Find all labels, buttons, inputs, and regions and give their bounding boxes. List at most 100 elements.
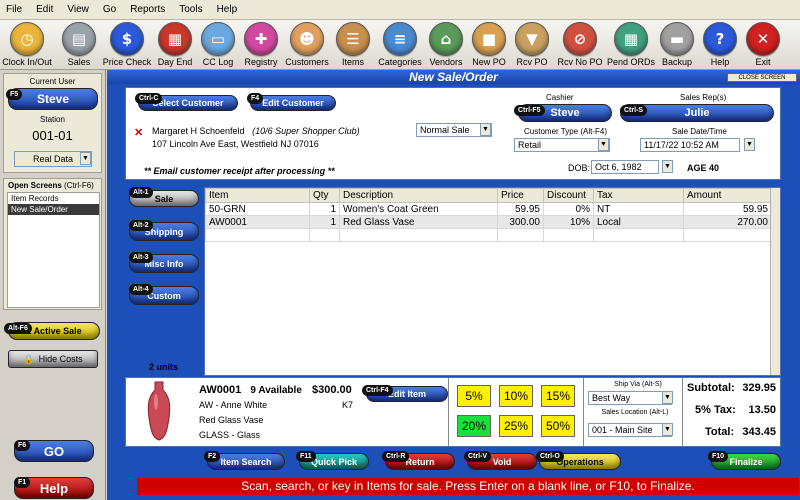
exit-icon: ✕ — [746, 22, 780, 56]
dob-dropdown-arrow[interactable]: ▼ — [662, 160, 673, 173]
customer-type-select[interactable]: Retail — [514, 138, 610, 152]
customer-panel: Select Customer Ctrl-C Edit Customer F4 … — [125, 87, 781, 180]
discount-25-button[interactable]: 25% — [499, 415, 533, 437]
cell-tax[interactable]: NT — [593, 202, 684, 216]
toolbar-exit-button[interactable]: ✕ Exit — [738, 22, 788, 68]
current-user-label: Current User — [29, 77, 76, 86]
tab-sale-shortcut: Alt-1 — [129, 187, 153, 198]
sale-type-value: Normal Sale — [420, 125, 470, 135]
menu-view[interactable]: View — [67, 4, 89, 15]
table-row-empty[interactable] — [205, 228, 772, 242]
col-amount[interactable]: Amount — [683, 188, 772, 203]
toolbar-price-check-button[interactable]: $ Price Check — [102, 22, 152, 68]
remove-customer-icon[interactable]: ✕ — [134, 126, 143, 139]
col-price[interactable]: Price — [497, 188, 544, 203]
discount-50-button[interactable]: 50% — [541, 415, 575, 437]
dob-label: DOB: — [568, 163, 591, 173]
cell-description[interactable]: Women's Coat Green — [339, 202, 498, 216]
discount-10-button[interactable]: 10% — [499, 385, 533, 407]
open-screen-item[interactable]: Item Records — [8, 193, 99, 204]
detail-category: GLASS - Glass — [199, 430, 261, 440]
tax-label: 5% Tax: — [695, 404, 736, 416]
credit-card-icon: ▭ — [201, 22, 235, 56]
cell-item[interactable]: 50-GRN — [205, 202, 310, 216]
cell-price[interactable]: 59.95 — [497, 202, 544, 216]
cell-description[interactable]: Red Glass Vase — [339, 215, 498, 229]
grid-scrollbar[interactable] — [770, 188, 780, 375]
sale-type-dropdown-arrow[interactable]: ▼ — [480, 123, 491, 136]
sale-date-input[interactable]: 11/17/22 10:52 AM — [640, 138, 740, 152]
cell-amount[interactable]: 270.00 — [683, 215, 772, 229]
customer-type-dropdown-arrow[interactable]: ▼ — [598, 138, 609, 151]
menu-help[interactable]: Help — [217, 4, 238, 15]
menu-edit[interactable]: Edit — [36, 4, 53, 15]
menu-reports[interactable]: Reports — [130, 4, 165, 15]
data-mode-value: Real Data — [32, 154, 74, 164]
vendors-icon: ⌂ — [429, 22, 463, 56]
menu-tools[interactable]: Tools — [179, 4, 202, 15]
edit-customer-shortcut: F4 — [247, 93, 264, 104]
toolbar-categories-button[interactable]: ≡ Categories — [375, 22, 425, 68]
sales-location-label: Sales Location (Alt-L) — [601, 409, 669, 416]
col-discount[interactable]: Discount — [543, 188, 594, 203]
discount-5-button[interactable]: 5% — [457, 385, 491, 407]
menu-file[interactable]: File — [6, 4, 22, 15]
sales-location-dropdown-arrow[interactable]: ▼ — [662, 423, 673, 436]
calendar-icon: ▦ — [158, 22, 192, 56]
age-label: AGE 40 — [687, 163, 720, 173]
no-po-icon: ⊘ — [563, 22, 597, 56]
cell-qty[interactable]: 1 — [309, 202, 340, 216]
window-title: New Sale/Order — [107, 70, 800, 84]
select-customer-shortcut: Ctrl-C — [135, 93, 163, 104]
customer-club: (10/6 Super Shopper Club) — [252, 126, 360, 136]
discount-15-button[interactable]: 15% — [541, 385, 575, 407]
toolbar-rcv-no-po-button[interactable]: ⊘ Rcv No PO — [555, 22, 605, 68]
close-screen-button[interactable]: CLOSE SCREEN — [727, 73, 797, 82]
menu-go[interactable]: Go — [103, 4, 116, 15]
toolbar-pend-ords-button[interactable]: ▦ Pend ORDs — [606, 22, 656, 68]
cell-amount[interactable]: 59.95 — [683, 202, 772, 216]
col-description[interactable]: Description — [339, 188, 498, 203]
quick-pick-shortcut: F11 — [296, 451, 316, 462]
hide-costs-button[interactable]: 🔒 Hide Costs — [8, 350, 98, 368]
col-item[interactable]: Item — [205, 188, 310, 203]
discount-20-button[interactable]: 20% — [457, 415, 491, 437]
cell-discount[interactable]: 0% — [543, 202, 594, 216]
customer-name-line: Margaret H Schoenfeld (10/6 Super Shoppe… — [152, 126, 360, 136]
col-qty[interactable]: Qty — [309, 188, 340, 203]
dob-input[interactable]: Oct 6, 1982 — [591, 160, 659, 174]
table-row[interactable]: 50-GRN 1 Women's Coat Green 59.95 0% NT … — [205, 202, 772, 216]
items-header-row: Item Qty Description Price Discount Tax … — [205, 188, 772, 203]
cell-price[interactable]: 300.00 — [497, 215, 544, 229]
toolbar-registry-button[interactable]: ✚ Registry — [236, 22, 286, 68]
sale-date-dropdown-arrow[interactable]: ▼ — [744, 138, 755, 151]
cell-discount[interactable]: 10% — [543, 215, 594, 229]
tab-misc-info-shortcut: Alt-3 — [129, 252, 153, 263]
ship-via-dropdown-arrow[interactable]: ▼ — [662, 391, 673, 404]
sales-location-select[interactable]: 001 - Main Site — [588, 423, 672, 437]
data-mode-dropdown-arrow[interactable]: ▼ — [80, 152, 91, 165]
toolbar-clock-in-out-button[interactable]: ◷ Clock In/Out — [2, 22, 52, 68]
units-count: 2 units — [149, 362, 179, 372]
discount-buttons: 5% 10% 15% 20% 25% 50% — [448, 378, 584, 446]
open-screen-item-selected[interactable]: New Sale/Order — [8, 204, 99, 215]
toolbar-sales-button[interactable]: ▤ Sales — [54, 22, 104, 68]
ship-via-value: Best Way — [592, 393, 631, 403]
customer-type-label: Customer Type (Alt-F4) — [524, 127, 607, 136]
cell-qty[interactable]: 1 — [309, 215, 340, 229]
table-row[interactable]: AW0001 1 Red Glass Vase 300.00 10% Local… — [205, 215, 772, 229]
operations-shortcut: Ctrl-O — [536, 451, 564, 462]
total-label: Total: — [705, 426, 735, 438]
col-tax[interactable]: Tax — [593, 188, 684, 203]
customer-name: Margaret H Schoenfeld — [152, 126, 245, 136]
sales-rep-label: Sales Rep(s) — [680, 93, 727, 102]
toolbar-customers-button[interactable]: ☻ Customers — [282, 22, 332, 68]
cell-item[interactable]: AW0001 — [205, 215, 310, 229]
station-label: Station — [40, 115, 65, 124]
cell-tax[interactable]: Local — [593, 215, 684, 229]
toolbar-items-button[interactable]: ☰ Items — [328, 22, 378, 68]
ship-via-select[interactable]: Best Way — [588, 391, 672, 405]
customers-icon: ☻ — [290, 22, 324, 56]
edit-item-shortcut: Ctrl-F4 — [362, 385, 393, 396]
toolbar-rcv-po-button[interactable]: ▼ Rcv PO — [507, 22, 557, 68]
